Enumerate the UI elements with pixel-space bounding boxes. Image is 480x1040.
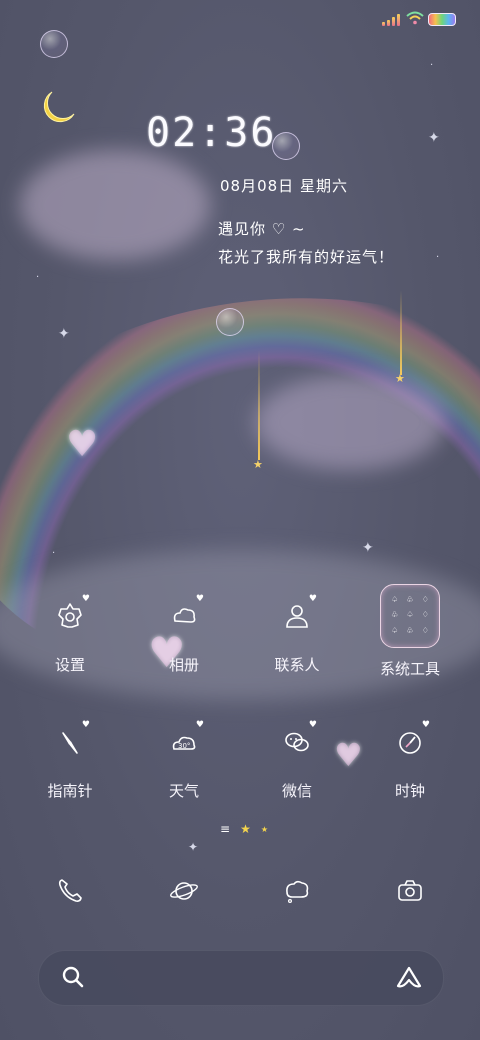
app-wechat[interactable]: ♥ 微信 (247, 718, 347, 801)
cloud-decoration (255, 375, 445, 470)
wechat-icon: ♥ (273, 718, 321, 766)
sparkle-decoration: · (52, 548, 56, 559)
bubble-decoration (216, 308, 244, 336)
app-label: 系统工具 (379, 660, 440, 678)
battery-icon (428, 13, 456, 26)
sparkle-decoration: · (436, 252, 440, 263)
app-label: 微信 (281, 782, 312, 800)
dock-messages[interactable] (273, 866, 321, 914)
folder-icon: ♤ ♧ ♢ ♧ ♤ ♢ ♤ ♧ ♢ (380, 584, 440, 648)
dock-phone[interactable] (46, 866, 94, 914)
weather-icon: 30° ♥ (160, 718, 208, 766)
shooting-star-decoration: ★ (395, 372, 405, 385)
page-indicator[interactable]: ≡ ★ ★ (220, 822, 268, 836)
page-dot-current[interactable]: ★ (240, 822, 251, 836)
page-list-indicator[interactable]: ≡ (220, 822, 230, 836)
sparkle-decoration: ✦ (428, 130, 440, 146)
camera-icon (398, 880, 422, 901)
app-contacts[interactable]: ♥ 联系人 (247, 592, 347, 675)
sparkle-decoration: ✦ (58, 326, 70, 342)
shooting-star-decoration (400, 290, 402, 375)
clock-icon: ♥ (386, 718, 434, 766)
signal-icon (382, 14, 402, 26)
app-compass[interactable]: ♥ 指南针 (20, 718, 120, 801)
clock-date: 08月08日 星期六 (220, 177, 348, 195)
app-label: 天气 (168, 782, 199, 800)
wifi-icon (406, 11, 424, 25)
page-dot[interactable]: ★ (261, 825, 268, 834)
sparkle-decoration: ✦ (362, 540, 374, 556)
status-bar (0, 0, 480, 40)
app-label: 时钟 (394, 782, 425, 800)
sparkle-decoration: · (430, 60, 434, 71)
heart-bubble-decoration: ♥ (66, 424, 99, 465)
moon-icon (43, 91, 75, 123)
dock-browser[interactable] (160, 866, 208, 914)
cloud-decoration (20, 150, 210, 260)
message-bubble-icon (286, 880, 309, 904)
search-bar[interactable] (38, 950, 444, 1006)
app-gallery[interactable]: ♥ 相册 (134, 592, 234, 675)
app-weather[interactable]: 30° ♥ 天气 (134, 718, 234, 801)
shooting-star-decoration (258, 350, 260, 460)
gear-icon: ♥ (46, 592, 94, 640)
app-label: 相册 (168, 656, 199, 674)
app-label: 指南针 (47, 782, 93, 800)
shooting-star-decoration: ★ (253, 458, 263, 471)
gallery-icon: ♥ (160, 592, 208, 640)
quote-line: 遇见你 ♡ ~ (218, 220, 306, 238)
compass-needle-icon: ♥ (46, 718, 94, 766)
weather-badge: 30° (178, 742, 190, 750)
app-label: 设置 (54, 656, 85, 674)
clock-time[interactable]: 02:36 (146, 110, 276, 156)
app-settings[interactable]: ♥ 设置 (20, 592, 120, 675)
bubble-decoration (40, 30, 68, 58)
dock-camera[interactable] (386, 866, 434, 914)
phone-icon (58, 879, 82, 902)
person-icon: ♥ (273, 592, 321, 640)
app-system-tools-folder[interactable]: ♤ ♧ ♢ ♧ ♤ ♢ ♤ ♧ ♢ 系统工具 (360, 584, 460, 679)
app-label: 联系人 (274, 656, 320, 674)
sparkle-decoration: · (36, 272, 40, 283)
search-icon[interactable] (61, 965, 85, 989)
assistant-icon[interactable] (395, 964, 423, 992)
sparkle-decoration: ✦ (188, 840, 199, 854)
quote-line: 花光了我所有的好运气！ (218, 248, 395, 266)
app-clock[interactable]: ♥ 时钟 (360, 718, 460, 801)
planet-icon (170, 882, 198, 900)
